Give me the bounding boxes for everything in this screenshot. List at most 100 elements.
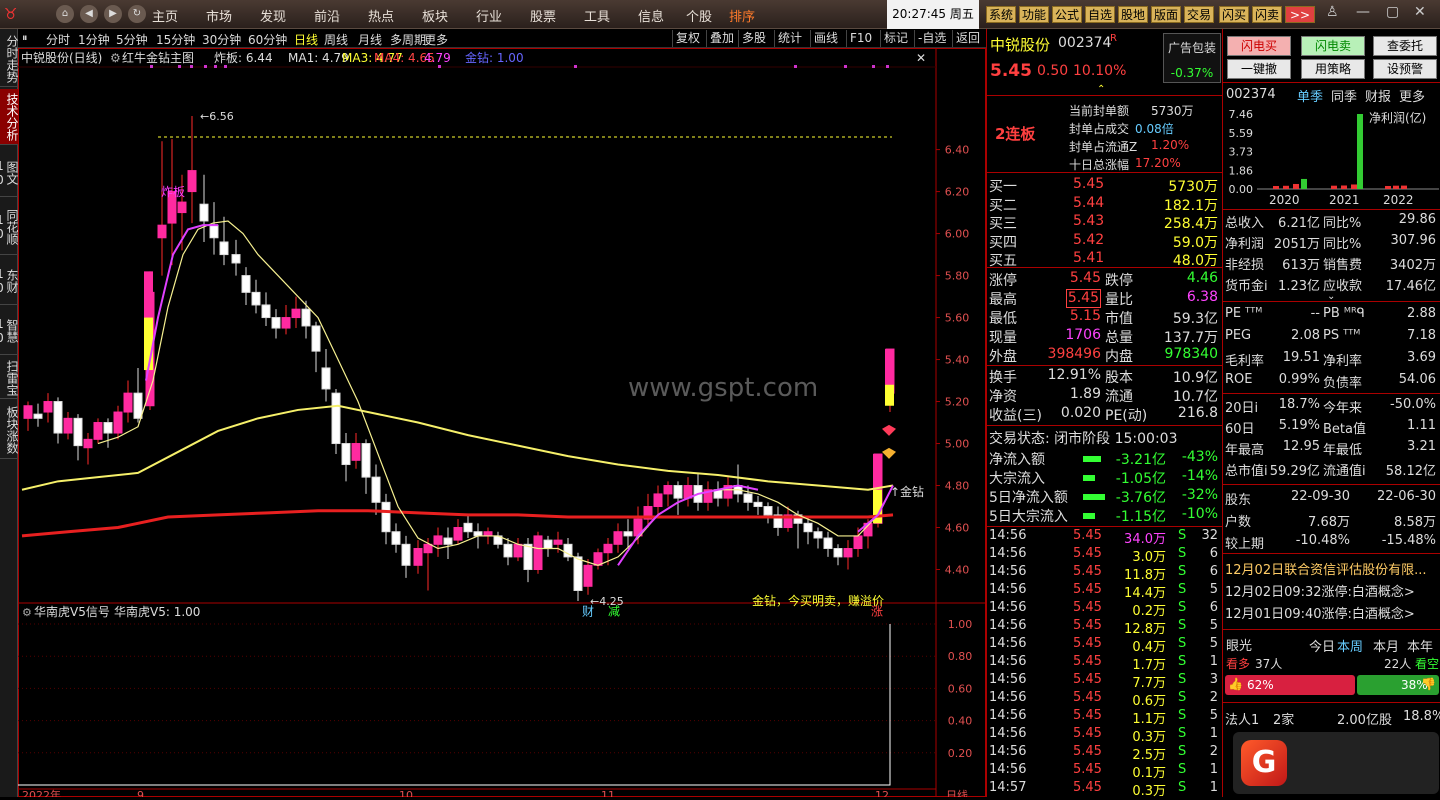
sidebar-tab[interactable]: 板块涨数 — [0, 401, 19, 459]
signal-dot — [574, 65, 577, 68]
menu-item[interactable]: 发现 — [260, 6, 286, 25]
ma-yellow-line — [21, 404, 894, 491]
fin-tab[interactable]: 更多 — [1399, 86, 1425, 105]
menu-item[interactable]: 市场 — [206, 6, 232, 25]
tool-button[interactable]: -自选 — [914, 30, 949, 47]
stock-badge: R — [1110, 33, 1117, 44]
toolbar-tab[interactable]: 版面 — [1151, 6, 1182, 23]
fin-value: 613万 — [1282, 258, 1320, 273]
tick-volume: 3.0万 — [1132, 550, 1166, 565]
trade-button[interactable]: 闪电买 — [1227, 36, 1291, 56]
menu-item[interactable]: 主页 — [152, 6, 178, 25]
toolbar-tab[interactable]: 闪买 — [1219, 6, 1250, 23]
tick-price: 5.45 — [1073, 780, 1102, 795]
menu-item[interactable]: 热点 — [368, 6, 394, 25]
stat-label: 股本 — [1105, 370, 1133, 386]
timeframe-tab[interactable]: 月线 — [358, 31, 382, 48]
menu-item[interactable]: 股票 — [530, 6, 556, 25]
close-icon[interactable]: ✕ — [1414, 4, 1426, 20]
sidebar-tab[interactable]: 技术分析 — [0, 89, 19, 145]
eye-tab[interactable]: 今日 — [1309, 636, 1335, 655]
tool-button[interactable]: 多股 — [738, 30, 769, 47]
back-icon[interactable]: ◀ — [80, 5, 98, 23]
toolbar-tab[interactable]: 交易 — [1184, 6, 1215, 23]
sidebar-tab[interactable]: 东财10 — [0, 257, 19, 305]
tool-button[interactable]: F10 — [846, 30, 875, 47]
sidebar-tab[interactable]: 同花顺10 — [0, 199, 19, 255]
fin-tab[interactable]: 同季 — [1331, 86, 1357, 105]
trade-button[interactable]: 用策略 — [1301, 59, 1365, 79]
timeframe-tab[interactable]: 周线 — [324, 31, 348, 48]
tool-button[interactable]: 画线 — [810, 30, 841, 47]
candle-body — [209, 224, 219, 239]
pause-icon[interactable]: ⏸ — [22, 31, 28, 45]
news-item[interactable]: 12月01日09:40涨停:白酒概念> — [1225, 603, 1415, 623]
timeframe-tab[interactable]: 分时 — [46, 31, 70, 48]
maximize-icon[interactable]: ▢ — [1386, 4, 1399, 20]
minimize-icon[interactable]: — — [1356, 4, 1370, 20]
sidebar-tab[interactable]: 扫雷宝 — [0, 357, 19, 399]
menu-sort[interactable]: 排序 — [729, 6, 755, 25]
bull-bar[interactable]: 👍 62% — [1225, 675, 1355, 695]
refresh-icon[interactable]: ↻ — [128, 5, 146, 23]
timeframe-tab[interactable]: 1分钟 — [78, 31, 110, 48]
eye-tab[interactable]: 本年 — [1407, 636, 1433, 655]
timeframe-tab[interactable]: 30分钟 — [202, 31, 241, 48]
tool-button[interactable]: 复权 — [672, 30, 703, 47]
toolbar-tab[interactable]: 公式 — [1052, 6, 1083, 23]
trade-button[interactable]: 查委托 — [1373, 36, 1437, 56]
timeframe-tab[interactable]: 更多 — [424, 31, 448, 48]
trade-button[interactable]: 闪电卖 — [1301, 36, 1365, 56]
bear-bar[interactable]: 38% 👎 — [1357, 675, 1439, 695]
timeframe-tab[interactable]: 日线 — [294, 31, 318, 48]
toolbar-tab[interactable]: 闪卖 — [1252, 6, 1283, 23]
forward-icon[interactable]: ▶ — [104, 5, 122, 23]
toolbar-tab[interactable]: >> — [1285, 6, 1315, 23]
timeframe-tab[interactable]: 15分钟 — [156, 31, 195, 48]
tool-button[interactable]: 返回 — [952, 30, 983, 47]
toolbar-tab[interactable]: 股地 — [1118, 6, 1149, 23]
ad-box[interactable]: 广告包装 -0.37% — [1163, 33, 1221, 83]
menu-item[interactable]: 信息 — [638, 6, 664, 25]
toolbar-tab[interactable]: 系统 — [986, 6, 1017, 23]
trade-button[interactable]: 设预警 — [1373, 59, 1437, 79]
home-icon[interactable]: ⌂ — [56, 5, 74, 23]
expand-icon[interactable]: ⌃ — [1097, 84, 1105, 95]
chart-header-text: 炸板: 6.44 — [214, 51, 273, 65]
sidebar-tab[interactable]: 智慧10 — [0, 307, 19, 355]
trade-button[interactable]: 一键撤 — [1227, 59, 1291, 79]
tool-button[interactable]: 叠加 — [706, 30, 737, 47]
timeframe-tab[interactable]: 5分钟 — [116, 31, 148, 48]
menu-item[interactable]: 工具 — [584, 6, 610, 25]
candle-body — [401, 543, 411, 566]
kline-chart[interactable]: 中锐股份(日线) ⚙ 红牛金钻主图 炸板: 6.44 MA1: 4.79 MA3: 4.7… — [18, 48, 986, 800]
eye-tab[interactable]: 本周 — [1337, 636, 1363, 655]
fin-tab[interactable]: 财报 — [1365, 86, 1391, 105]
toolbar-tab[interactable]: 功能 — [1019, 6, 1050, 23]
menu-item[interactable]: 行业 — [476, 6, 502, 25]
menu-item[interactable]: 板块 — [422, 6, 448, 25]
sidebar-tab[interactable]: 分时走势 — [0, 31, 19, 87]
menu-item[interactable]: 前沿 — [314, 6, 340, 25]
toolbar-tab[interactable]: 自选 — [1085, 6, 1116, 23]
eye-tab[interactable]: 本月 — [1373, 636, 1399, 655]
tool-button[interactable]: 标记 — [880, 30, 911, 47]
sidebar-tab[interactable]: 图文10 — [0, 149, 19, 197]
kline-chart-canvas[interactable]: 中锐股份(日线) ⚙ 红牛金钻主图 炸板: 6.44 MA1: 4.79MA3: 4.7… — [18, 48, 986, 800]
news-item[interactable]: 12月02日联合资信评估股份有限... — [1225, 559, 1426, 579]
tick-count: 6 — [1209, 546, 1218, 561]
top-menu-bar: ♉ ⌂ ◀ ▶ ↻ 主页 市场 发现 前沿 热点 板块 行业 股票 工具 信息 个股 排序 20:2… — [0, 0, 1440, 29]
fin-tab[interactable]: 单季 — [1297, 86, 1323, 105]
tick-time: 14:56 — [989, 618, 1027, 633]
user-icon[interactable]: ♙ — [1326, 4, 1339, 20]
news-item[interactable]: 12月02日09:32涨停:白酒概念> — [1225, 581, 1415, 601]
ad-pct: -0.37% — [1170, 66, 1214, 80]
candle-body — [813, 531, 823, 539]
menu-item[interactable]: 个股 — [686, 6, 712, 25]
book-price: 5.42 — [1073, 231, 1105, 248]
candle-body — [463, 522, 473, 533]
timeframe-tab[interactable]: 60分钟 — [248, 31, 287, 48]
timeframe-tab[interactable]: 多周期 — [390, 31, 426, 48]
tool-button[interactable]: 统计 — [774, 30, 805, 47]
seal-label: 封单占成交 — [1069, 122, 1130, 136]
